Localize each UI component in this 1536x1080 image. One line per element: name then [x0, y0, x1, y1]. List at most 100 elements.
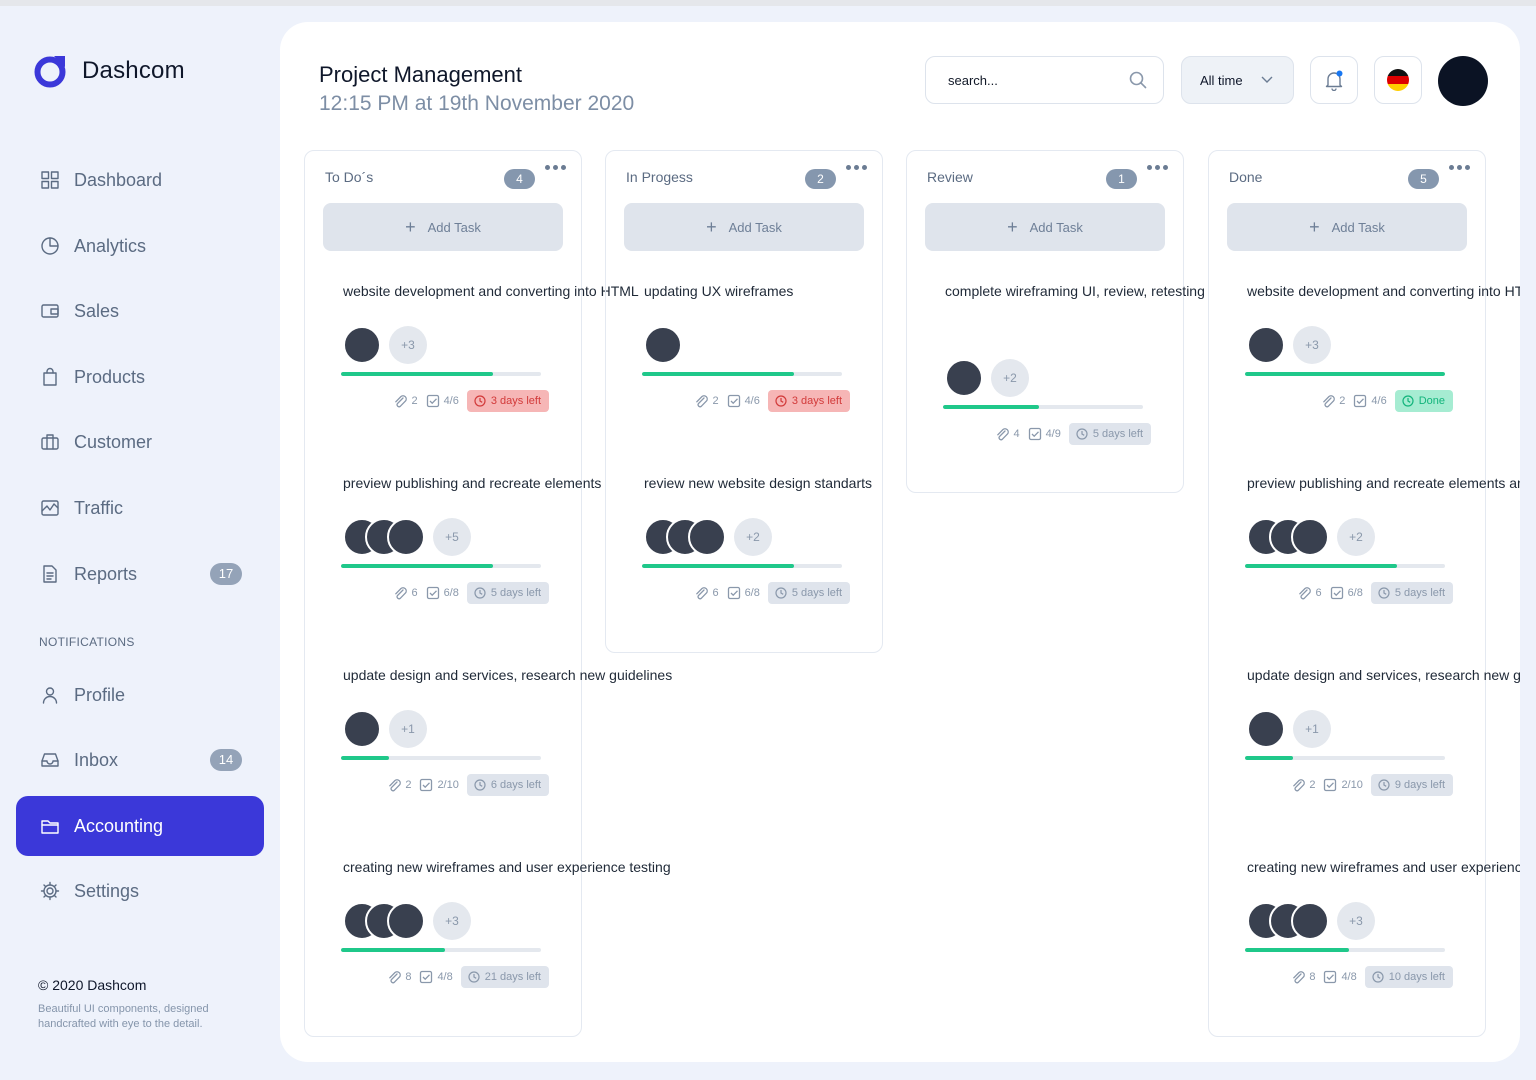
- sidebar-item-reports[interactable]: Reports 17: [16, 544, 264, 604]
- task-title: review new website design standarts: [644, 475, 873, 491]
- more-assignees-badge: +1: [1293, 710, 1331, 748]
- checklist-count: 4/8: [1323, 970, 1357, 984]
- task-meta: 6 6/8 5 days left: [385, 582, 549, 604]
- user-avatar[interactable]: [1438, 56, 1488, 106]
- paperclip-icon: [395, 587, 408, 600]
- more-options-icon[interactable]: [1147, 165, 1168, 170]
- task-card[interactable]: review new website design standarts +2 6 6/…: [606, 475, 882, 645]
- checklist-count: 4/6: [426, 394, 459, 408]
- folder-icon: [41, 820, 59, 834]
- task-progress-fill: [1245, 948, 1349, 952]
- avatar[interactable]: [1247, 326, 1285, 364]
- sidebar-item-sales[interactable]: Sales: [16, 281, 264, 341]
- add-task-button[interactable]: + Add Task: [323, 203, 563, 251]
- sidebar-item-products[interactable]: Products: [16, 347, 264, 407]
- checklist-value: 6/8: [744, 587, 760, 599]
- page-title: Project Management: [319, 62, 522, 87]
- task-card[interactable]: preview publishing and recreate elements…: [305, 475, 601, 645]
- sidebar-item-traffic[interactable]: Traffic: [16, 478, 264, 538]
- avatar[interactable]: [387, 902, 425, 940]
- avatar[interactable]: [387, 518, 425, 556]
- avatar[interactable]: [688, 518, 726, 556]
- brand[interactable]: Dashcom: [34, 54, 185, 88]
- task-progress-fill: [341, 372, 493, 376]
- attachments-value: 2: [712, 395, 719, 407]
- add-task-button[interactable]: + Add Task: [925, 203, 1165, 251]
- avatar[interactable]: [343, 326, 381, 364]
- more-assignees-badge: +2: [1337, 518, 1375, 556]
- task-card[interactable]: website development and converting into …: [305, 283, 639, 453]
- clock-icon: [1402, 395, 1414, 407]
- search-input[interactable]: [948, 72, 1118, 88]
- task-progress-fill: [1245, 564, 1397, 568]
- avatar[interactable]: [644, 326, 682, 364]
- assignee-avatars: [644, 326, 682, 364]
- due-date-badge: 5 days left: [466, 582, 549, 604]
- sidebar-item-settings[interactable]: Settings: [16, 861, 264, 921]
- checklist-value: 6/8: [443, 587, 459, 599]
- sidebar-item-analytics[interactable]: Analytics: [16, 216, 264, 276]
- more-assignees-badge: +3: [1337, 902, 1375, 940]
- document-icon: [43, 565, 57, 583]
- task-meta: 2 2/10 9 days left: [1283, 774, 1453, 796]
- language-button[interactable]: [1374, 56, 1422, 104]
- checklist-value: 4/6: [443, 395, 459, 407]
- plus-icon: +: [405, 217, 416, 237]
- notifications-button[interactable]: [1310, 56, 1358, 104]
- search-icon[interactable]: [1129, 71, 1147, 89]
- task-card[interactable]: update design and services, research new…: [1209, 667, 1520, 837]
- time-filter-value: All time: [1200, 72, 1243, 88]
- task-progress-bar: [341, 948, 541, 952]
- sidebar-item-dashboard[interactable]: Dashboard: [16, 150, 264, 210]
- due-date-badge: 10 days left: [1364, 966, 1453, 988]
- more-options-icon[interactable]: [545, 165, 566, 170]
- sidebar-item-inbox[interactable]: Inbox 14: [16, 730, 264, 790]
- attachments-value: 2: [405, 779, 412, 791]
- dashcom-logo-icon: [34, 56, 66, 88]
- checklist-count: 4/6: [1353, 394, 1387, 408]
- avatar[interactable]: [1247, 710, 1285, 748]
- task-card[interactable]: preview publishing and recreate elements…: [1209, 475, 1520, 645]
- task-meta: 4 4/9 5 days left: [987, 423, 1151, 445]
- due-date-value: 3 days left: [490, 395, 541, 407]
- sidebar: Dashcom NOTIFICATIONS Dashboard Analytics…: [0, 6, 280, 1080]
- avatar[interactable]: [343, 710, 381, 748]
- task-card[interactable]: updating UX wireframes 2 4/6 3 days left: [606, 283, 882, 453]
- task-card[interactable]: website development and converting into …: [1209, 283, 1520, 453]
- add-task-label: Add Task: [728, 219, 782, 235]
- search-box[interactable]: [925, 56, 1164, 104]
- task-card[interactable]: update design and services, research new…: [305, 667, 672, 837]
- attachments-value: 2: [1339, 395, 1346, 407]
- add-task-button[interactable]: + Add Task: [624, 203, 864, 251]
- clock-icon: [1076, 428, 1088, 440]
- task-progress-fill: [1245, 756, 1293, 760]
- column-count-badge: 5: [1408, 169, 1439, 189]
- column-title: To Do´s: [325, 169, 374, 185]
- task-progress-fill: [1245, 372, 1445, 376]
- task-meta: 6 6/8 5 days left: [686, 582, 850, 604]
- task-progress-bar: [1245, 756, 1445, 760]
- checklist-value: 4/8: [437, 971, 453, 983]
- due-date-value: 5 days left: [791, 587, 842, 599]
- attachments-value: 6: [411, 587, 418, 599]
- task-meta: 2 4/6 3 days left: [385, 390, 549, 412]
- avatar[interactable]: [1291, 902, 1329, 940]
- task-card[interactable]: creating new wireframes and user experie…: [1209, 859, 1520, 1029]
- due-date-value: 10 days left: [1388, 971, 1445, 983]
- more-options-icon[interactable]: [1449, 165, 1470, 170]
- assignee-avatars: +1: [1247, 710, 1331, 748]
- more-options-icon[interactable]: [846, 165, 867, 170]
- task-card[interactable]: creating new wireframes and user experie…: [305, 859, 671, 1029]
- wallet-icon: [41, 304, 59, 318]
- sidebar-item-accounting[interactable]: Accounting: [16, 796, 264, 856]
- due-date-badge: 3 days left: [767, 390, 850, 412]
- avatar[interactable]: [1291, 518, 1329, 556]
- sidebar-item-profile[interactable]: Profile: [16, 665, 264, 725]
- board-column-review: Review 1 + Add Task complete wireframing UI,…: [906, 150, 1205, 493]
- avatar[interactable]: [945, 359, 983, 397]
- sidebar-item-customer[interactable]: Customer: [16, 412, 264, 472]
- checkbox-icon: [727, 586, 740, 600]
- task-card[interactable]: complete wireframing UI, review, retesti…: [907, 283, 1205, 453]
- time-filter-select[interactable]: All time: [1181, 56, 1294, 104]
- add-task-button[interactable]: + Add Task: [1227, 203, 1467, 251]
